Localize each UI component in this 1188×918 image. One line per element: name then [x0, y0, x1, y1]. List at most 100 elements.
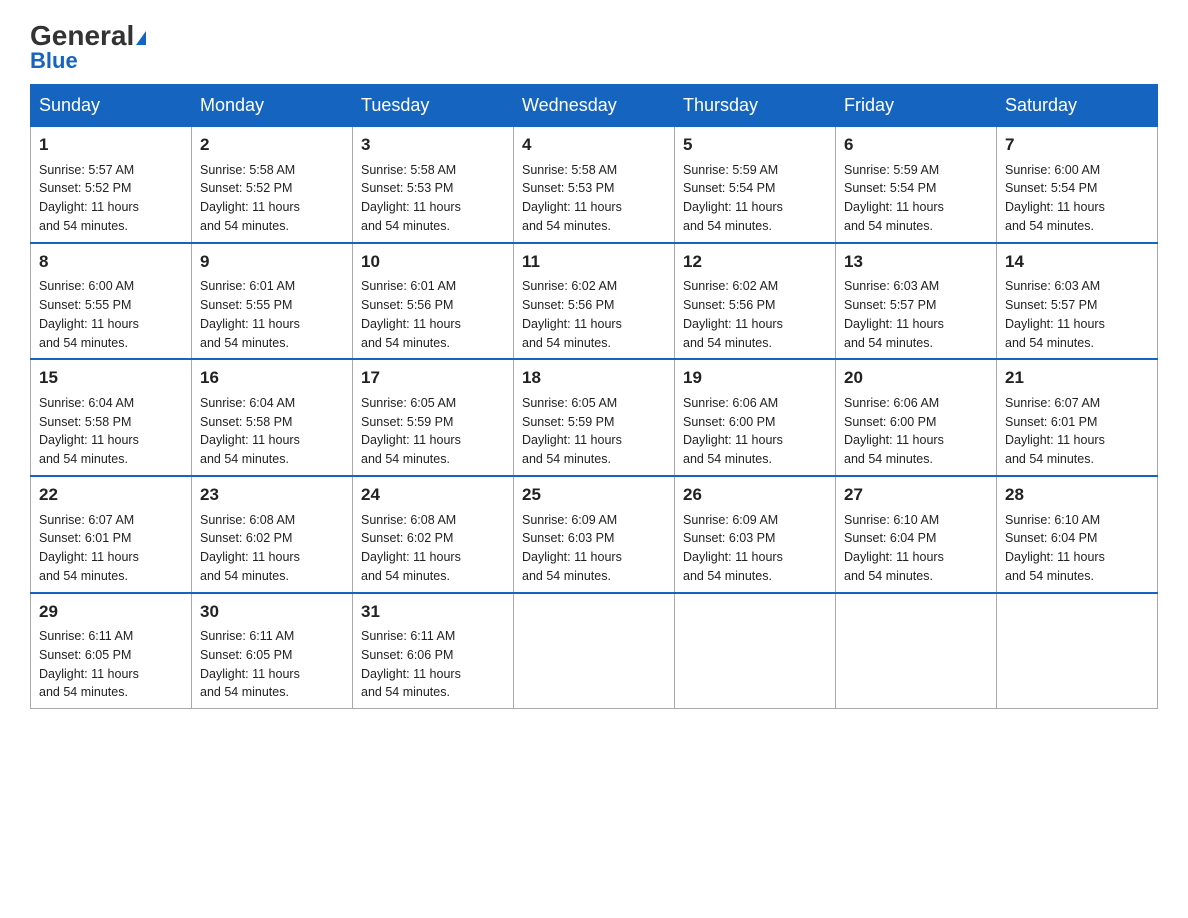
day-number: 22	[39, 483, 183, 508]
day-info: Sunrise: 6:07 AMSunset: 6:01 PMDaylight:…	[39, 511, 183, 586]
day-number: 7	[1005, 133, 1149, 158]
day-info: Sunrise: 5:59 AMSunset: 5:54 PMDaylight:…	[683, 161, 827, 236]
calendar-cell: 26 Sunrise: 6:09 AMSunset: 6:03 PMDayligh…	[675, 476, 836, 593]
calendar-cell: 14Sunrise: 6:03 AMSunset: 5:57 PMDayligh…	[997, 243, 1158, 360]
calendar-cell: 2Sunrise: 5:58 AMSunset: 5:52 PMDaylight…	[192, 127, 353, 243]
calendar-cell: 9Sunrise: 6:01 AMSunset: 5:55 PMDaylight…	[192, 243, 353, 360]
col-header-thursday: Thursday	[675, 85, 836, 127]
day-number: 17	[361, 366, 505, 391]
day-info: Sunrise: 6:07 AMSunset: 6:01 PMDaylight:…	[1005, 394, 1149, 469]
day-number: 31	[361, 600, 505, 625]
day-info: Sunrise: 6:09 AMSunset: 6:03 PMDaylight:…	[683, 511, 827, 586]
col-header-friday: Friday	[836, 85, 997, 127]
calendar-cell: 24 Sunrise: 6:08 AMSunset: 6:02 PMDayligh…	[353, 476, 514, 593]
day-number: 2	[200, 133, 344, 158]
calendar-cell: 3 Sunrise: 5:58 AMSunset: 5:53 PMDaylight…	[353, 127, 514, 243]
day-number: 28	[1005, 483, 1149, 508]
calendar-cell: 31Sunrise: 6:11 AMSunset: 6:06 PMDayligh…	[353, 593, 514, 709]
calendar-cell: 29Sunrise: 6:11 AMSunset: 6:05 PMDayligh…	[31, 593, 192, 709]
day-number: 13	[844, 250, 988, 275]
calendar-cell: 22 Sunrise: 6:07 AMSunset: 6:01 PMDayligh…	[31, 476, 192, 593]
day-number: 16	[200, 366, 344, 391]
calendar-cell: 21 Sunrise: 6:07 AMSunset: 6:01 PMDayligh…	[997, 359, 1158, 476]
page-header: General Blue	[30, 20, 1158, 74]
day-info: Sunrise: 6:02 AMSunset: 5:56 PMDaylight:…	[683, 277, 827, 352]
day-info: Sunrise: 6:08 AMSunset: 6:02 PMDaylight:…	[200, 511, 344, 586]
calendar-cell: 4 Sunrise: 5:58 AMSunset: 5:53 PMDaylight…	[514, 127, 675, 243]
calendar-cell: 13Sunrise: 6:03 AMSunset: 5:57 PMDayligh…	[836, 243, 997, 360]
calendar-table: SundayMondayTuesdayWednesdayThursdayFrid…	[30, 84, 1158, 709]
calendar-cell: 7 Sunrise: 6:00 AMSunset: 5:54 PMDaylight…	[997, 127, 1158, 243]
col-header-wednesday: Wednesday	[514, 85, 675, 127]
calendar-cell: 1 Sunrise: 5:57 AMSunset: 5:52 PMDaylight…	[31, 127, 192, 243]
day-info: Sunrise: 6:10 AMSunset: 6:04 PMDaylight:…	[1005, 511, 1149, 586]
day-number: 27	[844, 483, 988, 508]
day-number: 29	[39, 600, 183, 625]
day-number: 11	[522, 250, 666, 275]
calendar-cell: 19Sunrise: 6:06 AMSunset: 6:00 PMDayligh…	[675, 359, 836, 476]
day-number: 26	[683, 483, 827, 508]
day-info: Sunrise: 6:04 AMSunset: 5:58 PMDaylight:…	[39, 394, 183, 469]
col-header-monday: Monday	[192, 85, 353, 127]
day-number: 21	[1005, 366, 1149, 391]
calendar-header-row: SundayMondayTuesdayWednesdayThursdayFrid…	[31, 85, 1158, 127]
calendar-cell: 25 Sunrise: 6:09 AMSunset: 6:03 PMDayligh…	[514, 476, 675, 593]
day-info: Sunrise: 6:05 AMSunset: 5:59 PMDaylight:…	[522, 394, 666, 469]
calendar-week-row: 29 Sunrise: 6:11 AMSunset: 6:05 PMDayligh…	[31, 593, 1158, 709]
calendar-cell: 11Sunrise: 6:02 AMSunset: 5:56 PMDayligh…	[514, 243, 675, 360]
day-info: Sunrise: 6:09 AMSunset: 6:03 PMDaylight:…	[522, 511, 666, 586]
day-info: Sunrise: 6:03 AMSunset: 5:57 PMDaylight:…	[844, 277, 988, 352]
col-header-saturday: Saturday	[997, 85, 1158, 127]
day-number: 4	[522, 133, 666, 158]
calendar-cell: 20 Sunrise: 6:06 AMSunset: 6:00 PMDayligh…	[836, 359, 997, 476]
day-info: Sunrise: 6:00 AMSunset: 5:55 PMDaylight:…	[39, 277, 183, 352]
day-info: Sunrise: 6:00 AMSunset: 5:54 PMDaylight:…	[1005, 161, 1149, 236]
day-number: 1	[39, 133, 183, 158]
calendar-cell: 15 Sunrise: 6:04 AMSunset: 5:58 PMDayligh…	[31, 359, 192, 476]
day-info: Sunrise: 5:58 AMSunset: 5:53 PMDaylight:…	[522, 161, 666, 236]
day-info: Sunrise: 6:05 AMSunset: 5:59 PMDaylight:…	[361, 394, 505, 469]
logo: General Blue	[30, 20, 146, 74]
calendar-cell: 5 Sunrise: 5:59 AMSunset: 5:54 PMDaylight…	[675, 127, 836, 243]
calendar-cell	[675, 593, 836, 709]
calendar-week-row: 8Sunrise: 6:00 AMSunset: 5:55 PMDaylight…	[31, 243, 1158, 360]
calendar-cell: 10Sunrise: 6:01 AMSunset: 5:56 PMDayligh…	[353, 243, 514, 360]
day-number: 25	[522, 483, 666, 508]
day-info: Sunrise: 6:03 AMSunset: 5:57 PMDaylight:…	[1005, 277, 1149, 352]
calendar-cell: 30Sunrise: 6:11 AMSunset: 6:05 PMDayligh…	[192, 593, 353, 709]
day-info: Sunrise: 6:11 AMSunset: 6:05 PMDaylight:…	[200, 627, 344, 702]
day-info: Sunrise: 6:01 AMSunset: 5:56 PMDaylight:…	[361, 277, 505, 352]
day-number: 5	[683, 133, 827, 158]
logo-line2: Blue	[30, 48, 78, 74]
day-info: Sunrise: 5:57 AMSunset: 5:52 PMDaylight:…	[39, 161, 183, 236]
day-number: 15	[39, 366, 183, 391]
day-info: Sunrise: 6:06 AMSunset: 6:00 PMDaylight:…	[844, 394, 988, 469]
day-number: 3	[361, 133, 505, 158]
day-number: 20	[844, 366, 988, 391]
calendar-cell	[997, 593, 1158, 709]
day-info: Sunrise: 6:02 AMSunset: 5:56 PMDaylight:…	[522, 277, 666, 352]
day-info: Sunrise: 6:01 AMSunset: 5:55 PMDaylight:…	[200, 277, 344, 352]
calendar-week-row: 22 Sunrise: 6:07 AMSunset: 6:01 PMDayligh…	[31, 476, 1158, 593]
calendar-week-row: 1 Sunrise: 5:57 AMSunset: 5:52 PMDaylight…	[31, 127, 1158, 243]
day-info: Sunrise: 6:11 AMSunset: 6:06 PMDaylight:…	[361, 627, 505, 702]
day-number: 23	[200, 483, 344, 508]
day-number: 10	[361, 250, 505, 275]
day-info: Sunrise: 6:04 AMSunset: 5:58 PMDaylight:…	[200, 394, 344, 469]
calendar-cell: 28 Sunrise: 6:10 AMSunset: 6:04 PMDayligh…	[997, 476, 1158, 593]
day-info: Sunrise: 6:10 AMSunset: 6:04 PMDaylight:…	[844, 511, 988, 586]
day-info: Sunrise: 5:58 AMSunset: 5:53 PMDaylight:…	[361, 161, 505, 236]
day-info: Sunrise: 6:08 AMSunset: 6:02 PMDaylight:…	[361, 511, 505, 586]
logo-triangle-icon	[136, 31, 146, 45]
day-number: 6	[844, 133, 988, 158]
day-number: 9	[200, 250, 344, 275]
day-number: 24	[361, 483, 505, 508]
calendar-cell: 27 Sunrise: 6:10 AMSunset: 6:04 PMDayligh…	[836, 476, 997, 593]
calendar-cell	[514, 593, 675, 709]
col-header-sunday: Sunday	[31, 85, 192, 127]
calendar-cell: 23 Sunrise: 6:08 AMSunset: 6:02 PMDayligh…	[192, 476, 353, 593]
calendar-cell	[836, 593, 997, 709]
day-number: 12	[683, 250, 827, 275]
day-number: 14	[1005, 250, 1149, 275]
calendar-week-row: 15 Sunrise: 6:04 AMSunset: 5:58 PMDayligh…	[31, 359, 1158, 476]
